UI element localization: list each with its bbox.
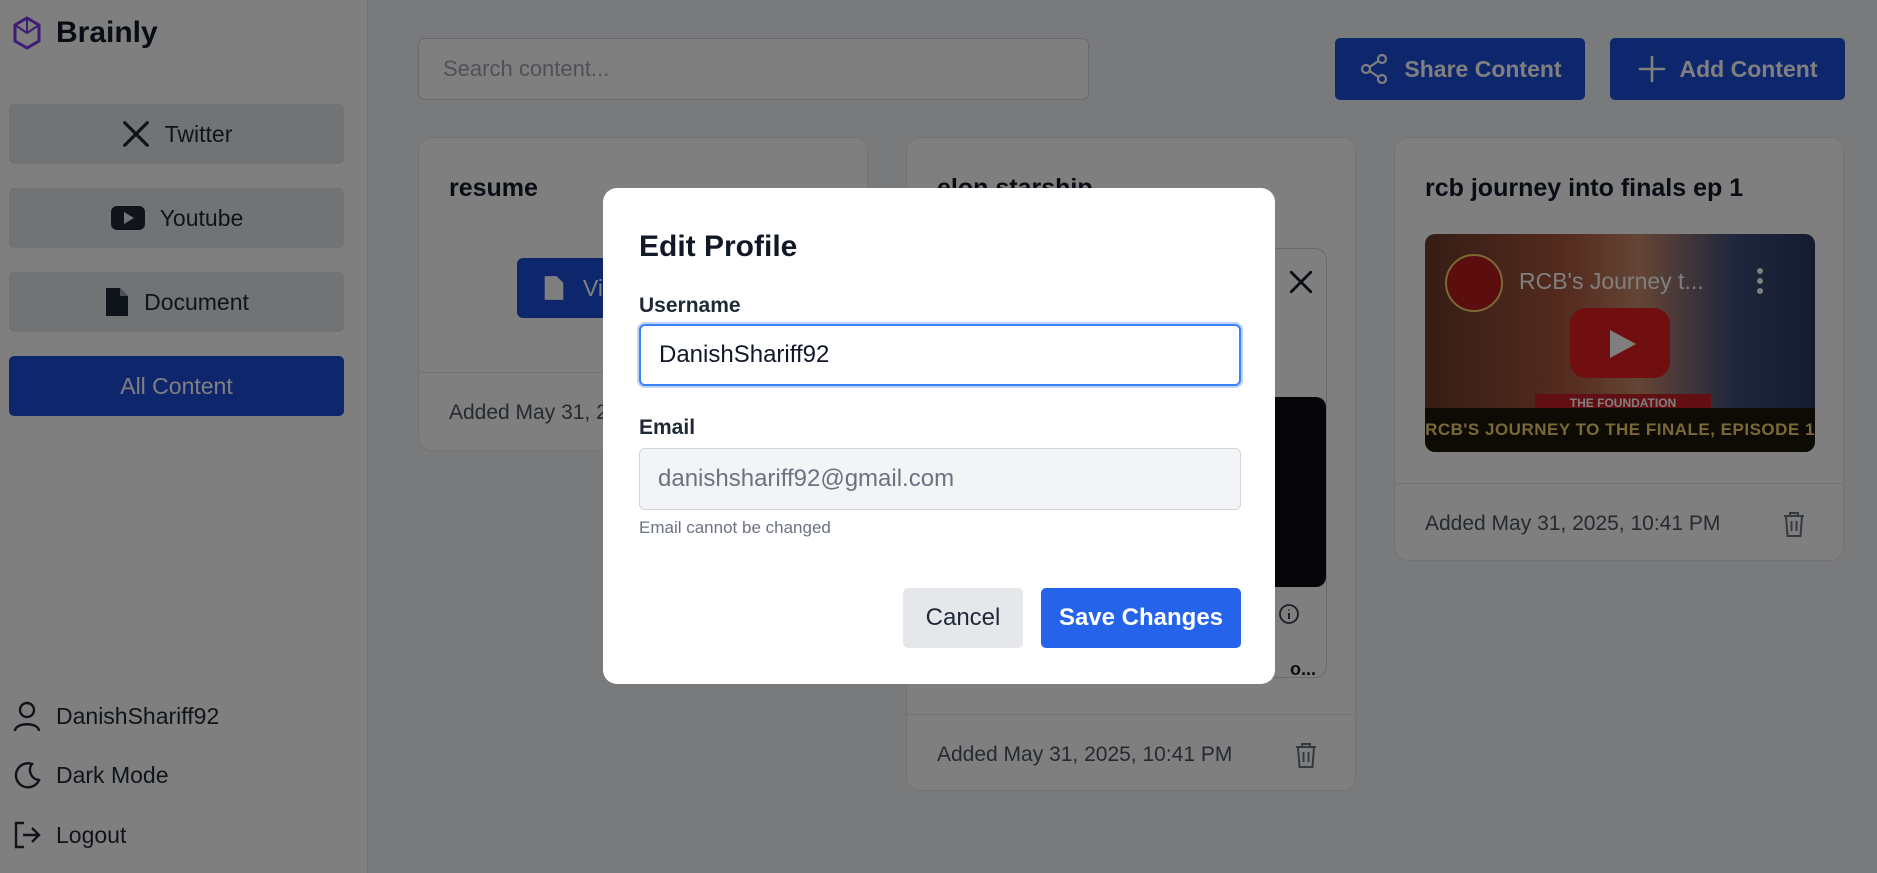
modal-title: Edit Profile bbox=[639, 230, 798, 263]
edit-profile-modal: Edit Profile Username Email Email cannot… bbox=[603, 188, 1275, 684]
email-field-label: Email bbox=[639, 416, 696, 439]
email-hint: Email cannot be changed bbox=[639, 518, 831, 537]
cancel-button[interactable]: Cancel bbox=[903, 588, 1023, 648]
email-field bbox=[639, 448, 1241, 510]
save-changes-button[interactable]: Save Changes bbox=[1041, 588, 1241, 648]
username-field[interactable] bbox=[639, 324, 1241, 386]
username-field-label: Username bbox=[639, 294, 741, 317]
